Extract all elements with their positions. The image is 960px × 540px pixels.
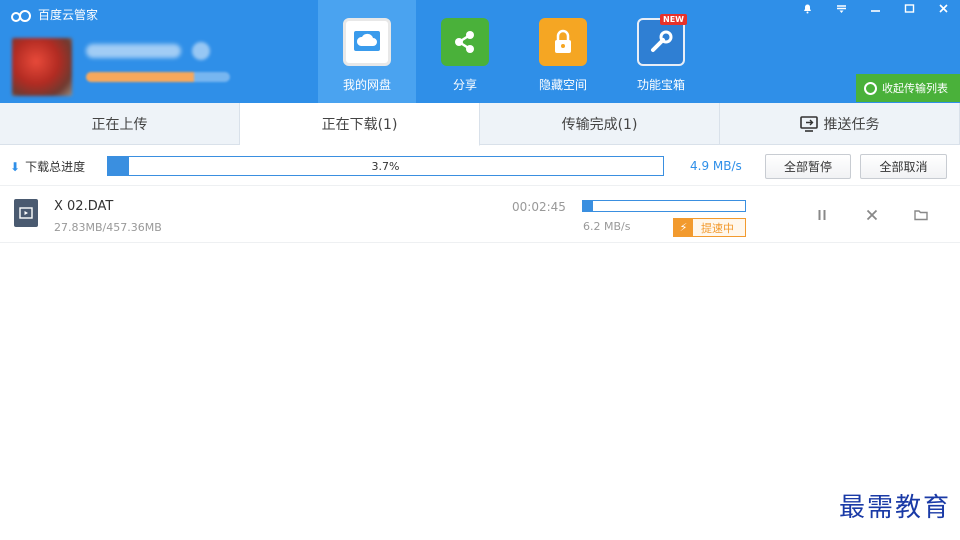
- storage-quota-bar: [86, 72, 230, 82]
- app-title-text: 百度云管家: [38, 8, 99, 22]
- total-progress-percent: 3.7%: [371, 159, 400, 173]
- cancel-all-button[interactable]: 全部取消: [860, 154, 947, 179]
- tab-label: 正在下载(1): [321, 117, 398, 133]
- nav-label: 功能宝箱: [636, 78, 685, 92]
- nav-share[interactable]: 分享: [416, 0, 514, 103]
- task-progress-fill: [583, 201, 593, 211]
- tab-completed[interactable]: 传输完成(1): [480, 103, 720, 145]
- close-icon[interactable]: [926, 0, 960, 16]
- main-nav: 我的网盘 分享 隐藏空间 NEW 功能宝箱: [318, 0, 710, 103]
- collapse-label: 收起传输列表: [882, 82, 948, 95]
- nav-label: 分享: [452, 78, 477, 92]
- push-icon: [799, 116, 818, 132]
- window-controls: [790, 0, 960, 16]
- task-progress-bar: [582, 200, 746, 212]
- nav-hidden-space[interactable]: 隐藏空间: [514, 0, 612, 103]
- tab-uploading[interactable]: 正在上传: [0, 103, 240, 145]
- total-speed: 4.9 MB/s: [690, 159, 742, 173]
- tab-label: 传输完成(1): [561, 117, 638, 133]
- tab-push-tasks[interactable]: 推送任务: [720, 103, 960, 145]
- watermark: 最需教育: [838, 493, 951, 523]
- total-progress-bar: 3.7%: [107, 156, 664, 176]
- time-remaining: 00:02:45: [512, 200, 566, 214]
- nav-my-netdisk[interactable]: 我的网盘: [318, 0, 416, 103]
- download-arrow-icon: ⬇: [10, 159, 21, 174]
- tab-label: 推送任务: [823, 117, 880, 133]
- avatar[interactable]: [12, 38, 72, 96]
- lightning-icon: ⚡: [674, 219, 693, 236]
- username-blurred[interactable]: [86, 44, 181, 58]
- share-icon: [441, 18, 489, 66]
- pause-all-button[interactable]: 全部暂停: [765, 154, 851, 179]
- total-progress-row: ⬇ 下载总进度 3.7% 4.9 MB/s 全部暂停 全部取消: [0, 146, 960, 186]
- transfer-tabs: 正在上传 正在下载(1) 传输完成(1) 推送任务: [0, 103, 960, 146]
- new-badge: NEW: [660, 14, 687, 25]
- boost-label: 提速中: [701, 221, 734, 235]
- pause-icon[interactable]: [813, 206, 831, 224]
- total-label-text: 下载总进度: [25, 160, 86, 174]
- maximize-icon[interactable]: [892, 0, 926, 16]
- close-icon[interactable]: [863, 206, 881, 224]
- cloud-icon: [343, 18, 391, 66]
- nav-toolbox[interactable]: NEW 功能宝箱: [612, 0, 710, 103]
- speed-boost-badge[interactable]: ⚡ 提速中: [673, 218, 746, 237]
- collapse-transfer-list-button[interactable]: 收起传输列表: [856, 74, 960, 102]
- toolbox-icon: NEW: [637, 14, 687, 66]
- lock-icon: [539, 18, 587, 66]
- total-progress-label: ⬇ 下载总进度: [10, 158, 85, 175]
- task-speed: 6.2 MB/s: [583, 220, 631, 233]
- circle-icon: [864, 81, 877, 95]
- minimize-icon[interactable]: [858, 0, 892, 16]
- vip-icon[interactable]: [192, 42, 210, 60]
- file-name: X 02.DAT: [54, 199, 114, 214]
- folder-icon[interactable]: [912, 206, 930, 224]
- file-size: 27.83MB/457.36MB: [54, 221, 162, 234]
- tab-downloading[interactable]: 正在下载(1): [240, 103, 480, 146]
- tab-label: 正在上传: [91, 117, 148, 133]
- bell-icon[interactable]: [790, 0, 824, 16]
- header: 百度云管家 我的网盘 分享 隐藏空间 NEW 功能宝箱 收起传输列表: [0, 0, 960, 103]
- baidu-cloud-logo-icon: [11, 9, 31, 22]
- menu-icon[interactable]: [824, 0, 858, 16]
- app-title: 百度云管家: [10, 6, 98, 23]
- nav-label: 隐藏空间: [538, 78, 587, 92]
- nav-label: 我的网盘: [342, 78, 391, 92]
- video-file-icon: [14, 199, 38, 227]
- table-row[interactable]: X 02.DAT 27.83MB/457.36MB 00:02:45 6.2 M…: [0, 187, 960, 243]
